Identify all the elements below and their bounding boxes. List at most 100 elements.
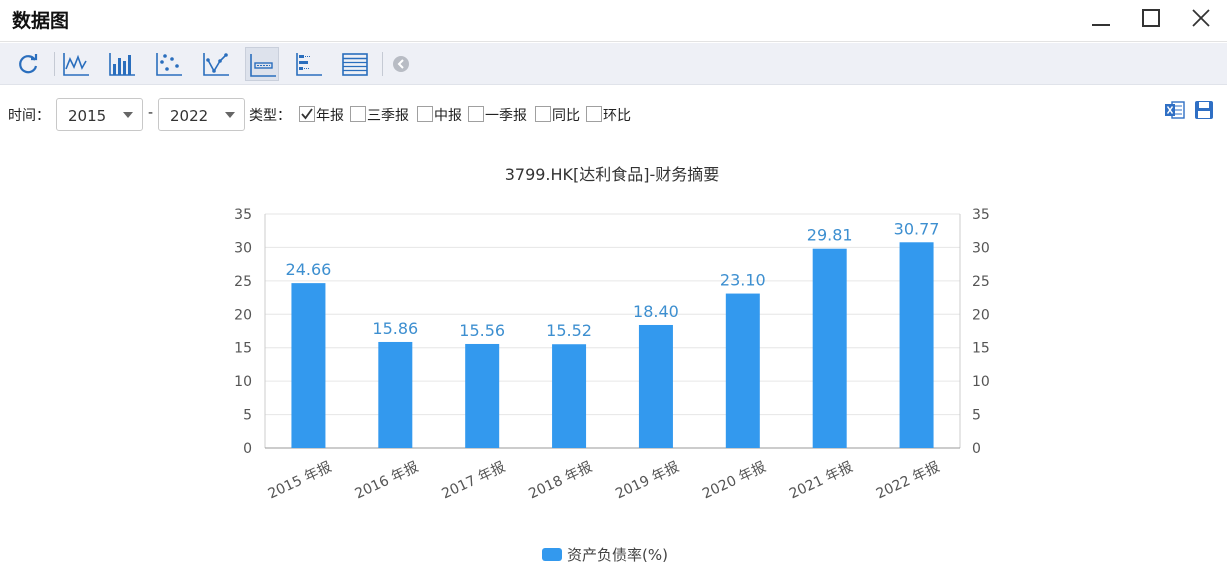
- toolbar-separator: [54, 52, 55, 76]
- checkbox-interim[interactable]: [417, 106, 433, 122]
- x-tick-labels: 2015 年报 2016 年报 2017 年报 2018 年报 2019 年报 2020 …: [266, 459, 943, 502]
- y-tick-label-right: 25: [972, 274, 990, 290]
- point-line-chart-button[interactable]: [199, 47, 233, 81]
- x-tick-label: 2022 年报: [874, 459, 942, 502]
- checkmark-icon: [301, 108, 313, 120]
- minimize-icon: [1092, 24, 1110, 26]
- toolbar-separator: [382, 52, 383, 76]
- bar-value-label: 15.56: [459, 321, 505, 340]
- minimize-button[interactable]: [1083, 4, 1119, 34]
- refresh-button[interactable]: [11, 47, 45, 81]
- y-tick-label-right: 20: [972, 307, 990, 323]
- maximize-icon: [1142, 9, 1160, 27]
- bar: [725, 293, 760, 448]
- x-tick-label: 2015 年报: [266, 459, 334, 502]
- y-tick-label-right: 15: [972, 341, 990, 357]
- y-tick-label-right: 30: [972, 240, 990, 256]
- bar-value-label: 30.77: [894, 219, 940, 238]
- y-tick-label-left: 20: [234, 307, 252, 323]
- bar: [291, 283, 326, 448]
- bar-value-label: 24.66: [286, 260, 332, 279]
- refresh-icon: [19, 54, 38, 74]
- checkbox-label-qoq: 环比: [603, 108, 631, 124]
- type-label: 类型：: [249, 108, 291, 124]
- x-tick-label: 2020 年报: [700, 459, 768, 502]
- bar: [465, 343, 500, 448]
- y-tick-label-right: 0: [972, 441, 981, 457]
- line-chart-icon: [63, 53, 89, 76]
- bar-value-label: 23.10: [720, 271, 766, 290]
- maximize-button[interactable]: [1133, 4, 1169, 34]
- checkbox-yoy[interactable]: [535, 106, 551, 122]
- horizontal-bar-button[interactable]: [292, 47, 326, 81]
- bar-value-label: 29.81: [807, 226, 853, 245]
- time-label: 时间：: [8, 108, 50, 124]
- bar-chart-button[interactable]: [105, 47, 139, 81]
- table-icon: [342, 53, 368, 76]
- to-year-select[interactable]: 2022: [158, 98, 245, 131]
- checkbox-label-yoy: 同比: [552, 108, 580, 124]
- collapse-button[interactable]: [384, 47, 418, 81]
- checkbox-label-annual: 年报: [316, 108, 344, 124]
- y-tick-label-left: 0: [243, 441, 252, 457]
- from-year-select[interactable]: 2015: [56, 98, 143, 131]
- line-chart-button[interactable]: [59, 47, 93, 81]
- checkbox-qoq[interactable]: [586, 106, 602, 122]
- x-tick-label: 2017 年报: [439, 459, 507, 502]
- bar-series-button[interactable]: [245, 47, 279, 81]
- horizontal-bar-icon: [296, 53, 322, 76]
- checkbox-label-q1: 一季报: [485, 108, 527, 124]
- y-tick-label-right: 35: [972, 207, 990, 223]
- axes: 0 0 5 5 10 10 15 15 20 20 25 25 30 30 35 35: [234, 207, 990, 457]
- close-button[interactable]: [1183, 4, 1219, 34]
- close-icon: [1192, 9, 1210, 27]
- bar-value-label: 15.86: [372, 319, 418, 338]
- export-excel-button[interactable]: [1163, 98, 1187, 122]
- x-tick-label: 2018 年报: [526, 459, 594, 502]
- save-button[interactable]: [1192, 98, 1216, 122]
- x-tick-label: 2019 年报: [613, 459, 681, 502]
- bars: [291, 242, 934, 448]
- y-tick-label-left: 35: [234, 207, 252, 223]
- filter-bar: 时间： 2015 - 2022 类型： 年报 三季报 中报 一季报 同比 环比: [0, 96, 1227, 132]
- bar-value-label: 15.52: [546, 321, 592, 340]
- title-bar: 数据图: [0, 0, 1227, 42]
- y-tick-label-left: 25: [234, 274, 252, 290]
- bar: [812, 248, 847, 448]
- chart-title: 3799.HK[达利食品]-财务摘要: [505, 165, 720, 184]
- legend[interactable]: 资产负债率(%): [542, 546, 668, 564]
- table-button[interactable]: [338, 47, 372, 81]
- bar: [552, 344, 587, 448]
- checkbox-label-interim: 中报: [434, 108, 462, 124]
- scatter-chart-button[interactable]: [152, 47, 186, 81]
- collapse-icon: [393, 56, 409, 72]
- window-title: 数据图: [12, 10, 70, 32]
- legend-swatch: [542, 548, 562, 561]
- x-tick-label: 2016 年报: [353, 459, 421, 502]
- checkbox-q1[interactable]: [468, 106, 484, 122]
- line-point-chart-icon: [203, 53, 229, 76]
- bar: [638, 324, 673, 448]
- save-icon: [1195, 101, 1213, 119]
- excel-icon: [1165, 101, 1185, 119]
- bar: [899, 242, 934, 448]
- checkbox-annual[interactable]: [299, 106, 315, 122]
- checkbox-label-q3: 三季报: [367, 108, 409, 124]
- checkbox-q3[interactable]: [350, 106, 366, 122]
- y-tick-label-left: 10: [234, 374, 252, 390]
- y-tick-label-right: 10: [972, 374, 990, 390]
- to-year-value: 2022: [170, 107, 209, 125]
- from-year-value: 2015: [68, 107, 107, 125]
- bar-series-icon: [250, 54, 276, 77]
- x-tick-label: 2021 年报: [787, 459, 855, 502]
- bar-chart-icon: [109, 53, 135, 76]
- grid-lines: [265, 213, 960, 449]
- y-tick-label-right: 5: [972, 408, 981, 424]
- range-separator: -: [148, 105, 154, 121]
- bar-chart: 3799.HK[达利食品]-财务摘要 0 0 5 5 10 10 15 15 20 20 25 25 3…: [234, 165, 990, 564]
- bar: [378, 341, 413, 448]
- chart-toolbar: [0, 43, 1227, 85]
- chevron-down-icon: [123, 112, 133, 118]
- y-tick-label-left: 30: [234, 240, 252, 256]
- legend-label: 资产负债率(%): [567, 546, 668, 564]
